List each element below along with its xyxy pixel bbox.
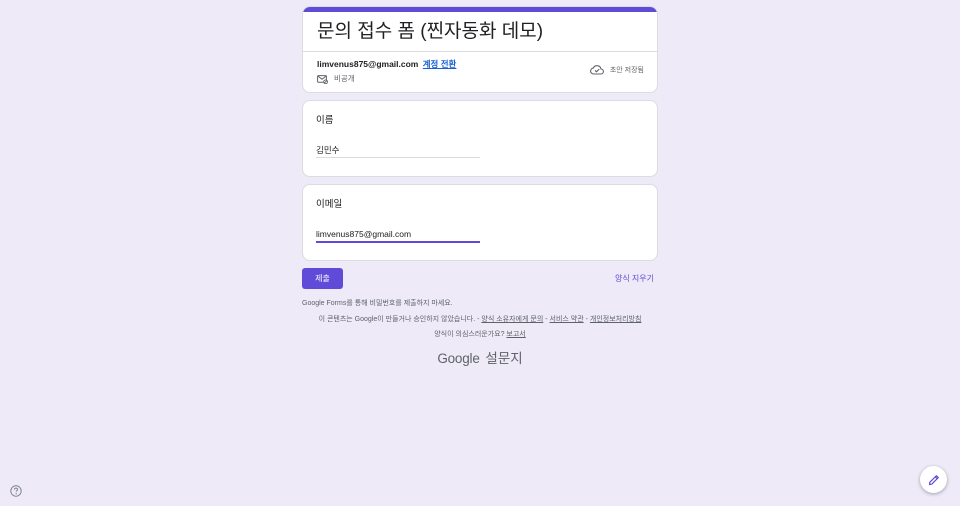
question-card-name: 이름 김민수 [302, 100, 658, 177]
footer-disclaimer: 이 콘텐츠는 Google이 만들거나 승인하지 않았습니다. - 양식 소유자… [0, 314, 960, 324]
contact-owner-link[interactable]: 양식 소유자에게 문의 [481, 316, 543, 323]
terms-link[interactable]: 서비스 약관 [550, 316, 584, 323]
google-forms-logo[interactable]: Google 설문지 [0, 347, 960, 367]
question-label-name: 이름 [316, 115, 334, 126]
pencil-edit-icon [928, 474, 939, 485]
question-label-email: 이메일 [316, 199, 343, 210]
visibility-indicator: 비공개 [317, 73, 355, 85]
name-input[interactable]: 김민수 [316, 143, 480, 158]
product-name: 설문지 [485, 351, 523, 366]
visibility-label: 비공개 [334, 74, 355, 83]
form-title: 문의 접수 폼 (찐자동화 데모) [317, 21, 544, 42]
header-divider [303, 51, 657, 52]
help-button[interactable] [10, 484, 22, 497]
google-wordmark: Google [437, 351, 480, 366]
switch-account-link[interactable]: 계정 전환 [423, 59, 457, 69]
help-icon [10, 485, 22, 497]
question-card-email: 이메일 limvenus875@gmail.com [302, 184, 658, 261]
report-link[interactable]: 보고서 [506, 331, 525, 338]
cloud-done-icon [589, 65, 604, 75]
clear-form-button[interactable]: 양식 지우기 [615, 273, 654, 284]
edit-form-button[interactable] [920, 466, 947, 493]
form-container: 문의 접수 폼 (찐자동화 데모) limvenus875@gmail.com … [302, 6, 658, 308]
email-input[interactable]: limvenus875@gmail.com [316, 227, 480, 243]
submit-button[interactable]: 제출 [302, 268, 343, 289]
account-line: limvenus875@gmail.com 계정 전환 [317, 58, 456, 70]
form-header-card: 문의 접수 폼 (찐자동화 데모) limvenus875@gmail.com … [302, 6, 658, 93]
draft-status-label: 초안 저장됨 [609, 67, 644, 74]
draft-status: 초안 저장됨 [589, 65, 644, 75]
disclaimer-text: 이 콘텐츠는 Google이 만들거나 승인하지 않았습니다. - [318, 316, 482, 323]
account-email: limvenus875@gmail.com [317, 59, 419, 69]
header-accent-bar [303, 7, 657, 12]
private-mail-icon [317, 74, 328, 84]
privacy-link[interactable]: 개인정보처리방침 [590, 316, 642, 323]
form-actions: 제출 양식 지우기 [302, 268, 658, 289]
suspicious-text: 양식이 의심스러운가요? [434, 331, 507, 338]
password-warning: Google Forms를 통해 비밀번호를 제출하지 마세요. [302, 300, 453, 307]
footer-report: 양식이 의심스러운가요? 보고서 [0, 329, 960, 339]
